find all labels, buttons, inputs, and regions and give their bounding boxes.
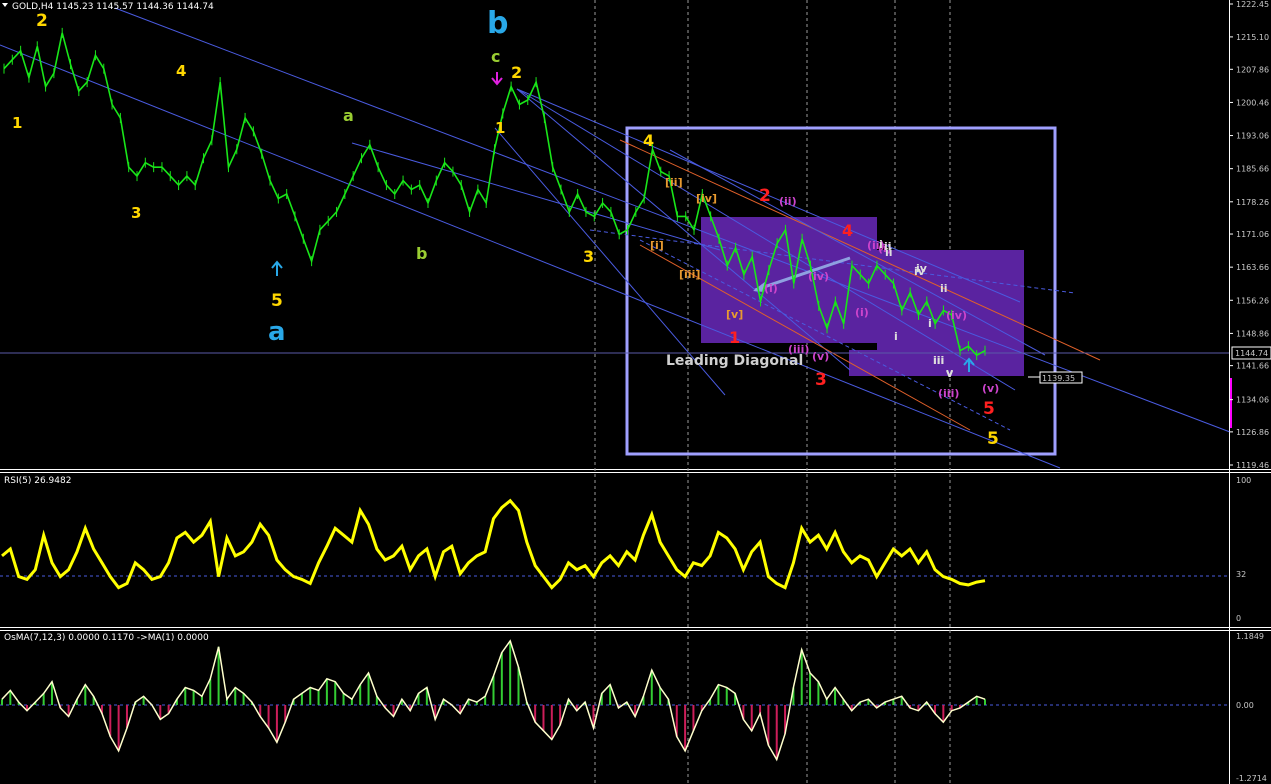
- price-tick-label: 1148.86: [1236, 329, 1269, 338]
- wave-label: ii: [940, 282, 948, 295]
- rsi-tick-label: 100: [1236, 476, 1251, 485]
- wave-label: a: [268, 317, 286, 347]
- wave-label: c: [491, 47, 500, 66]
- wave-label: (i): [855, 306, 869, 319]
- wave-label: iv: [916, 262, 928, 275]
- wave-label: Leading Diagonal: [666, 353, 803, 369]
- price-tick-label: 1126.86: [1236, 428, 1269, 437]
- trading-chart[interactable]: 21345aabbc2134512345[i][ii][iii][iv][v](…: [0, 0, 1271, 784]
- wave-label: 4: [176, 62, 186, 80]
- wave-label: [i]: [650, 239, 664, 252]
- wave-label: [iii]: [679, 268, 700, 281]
- price-tick-label: 1156.26: [1236, 296, 1269, 305]
- wave-label: (iii): [938, 387, 959, 400]
- wave-label: a: [343, 106, 354, 125]
- wave-label: b: [487, 6, 508, 41]
- price-tick-label: 1141.66: [1236, 362, 1269, 371]
- wave-label: 3: [583, 247, 594, 266]
- price-tick-label: 1178.26: [1236, 198, 1269, 207]
- wave-label: (v): [812, 350, 829, 363]
- price-tick-label: 1134.06: [1236, 396, 1269, 405]
- price-header: GOLD,H4 1145.23 1145.57 1144.36 1144.74: [12, 2, 214, 12]
- wave-label: 4: [643, 131, 654, 150]
- wave-label: 2: [36, 11, 48, 31]
- wave-label: 1: [729, 328, 740, 347]
- rsi-tick-label: 32: [1236, 570, 1246, 579]
- wave-label: (i): [764, 282, 778, 295]
- osma-header: OsMA(7,12,3) 0.0000 0.1170 ->MA(1) 0.000…: [4, 633, 209, 643]
- price-tick-label: 1163.66: [1236, 263, 1269, 272]
- wave-label: 3: [815, 370, 827, 390]
- wave-label: i: [894, 330, 898, 343]
- wave-label: 3: [131, 204, 141, 222]
- wave-label: 4: [842, 221, 853, 240]
- wave-label: i: [928, 317, 932, 330]
- wave-label: ii: [884, 240, 892, 253]
- price-tick-label: 1207.86: [1236, 65, 1269, 74]
- rsi-header: RSI(5) 26.9482: [4, 476, 71, 486]
- wave-label: 2: [759, 186, 771, 206]
- wave-label: [v]: [726, 308, 743, 321]
- price-tick-label: 1171.06: [1236, 230, 1269, 239]
- current-price-label: 1144.74: [1235, 349, 1268, 358]
- wave-label: iii: [933, 354, 944, 367]
- wave-label: 5: [987, 429, 999, 449]
- price-tick-label: 1119.46: [1236, 461, 1269, 470]
- wave-label: [iv]: [696, 192, 717, 205]
- price-tick-label: 1200.46: [1236, 98, 1269, 107]
- wave-label: (v): [982, 382, 999, 395]
- wave-label: 1: [495, 119, 505, 137]
- wave-label: b: [416, 244, 427, 263]
- rsi-tick-label: 0: [1236, 614, 1241, 623]
- price-tick-label: 1185.66: [1236, 165, 1269, 174]
- price-tick-label: 1222.45: [1236, 0, 1269, 9]
- osma-tick-label: -1.2714: [1236, 774, 1267, 783]
- wave-label: (iv): [946, 309, 967, 322]
- price-tick-label: 1215.10: [1236, 33, 1269, 42]
- wave-label: v: [946, 367, 954, 380]
- wave-label: 2: [511, 63, 522, 82]
- osma-tick-label: 0.00: [1236, 701, 1254, 710]
- osma-tick-label: 1.1849: [1236, 632, 1264, 641]
- wave-label: [ii]: [665, 176, 683, 189]
- price-tick-label: 1193.06: [1236, 132, 1269, 141]
- wave-label: (iv): [808, 270, 829, 283]
- wave-label: i: [879, 238, 883, 251]
- wave-label: 5: [983, 399, 995, 419]
- target-price-label: 1139.35: [1042, 374, 1075, 383]
- wave-label: 5: [271, 291, 283, 311]
- wave-label: (ii): [779, 195, 797, 208]
- wave-label: 1: [12, 114, 22, 132]
